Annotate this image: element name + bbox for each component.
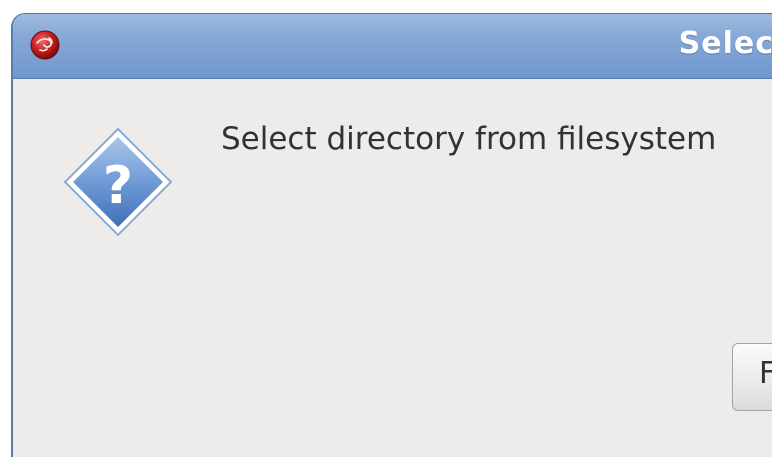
dialog-window: Selec ? Select directory from filesystem…	[11, 13, 772, 457]
dialog-message: Select directory from filesystem	[221, 121, 717, 157]
title-bar[interactable]: Selec	[13, 14, 772, 79]
dialog-button[interactable]: F	[732, 343, 772, 411]
question-icon: ?	[63, 127, 173, 237]
svg-text:?: ?	[103, 156, 133, 216]
app-logo-icon[interactable]	[29, 29, 61, 61]
dialog-content: ? Select directory from filesystem F	[13, 79, 772, 457]
window-title: Selec	[678, 26, 772, 61]
